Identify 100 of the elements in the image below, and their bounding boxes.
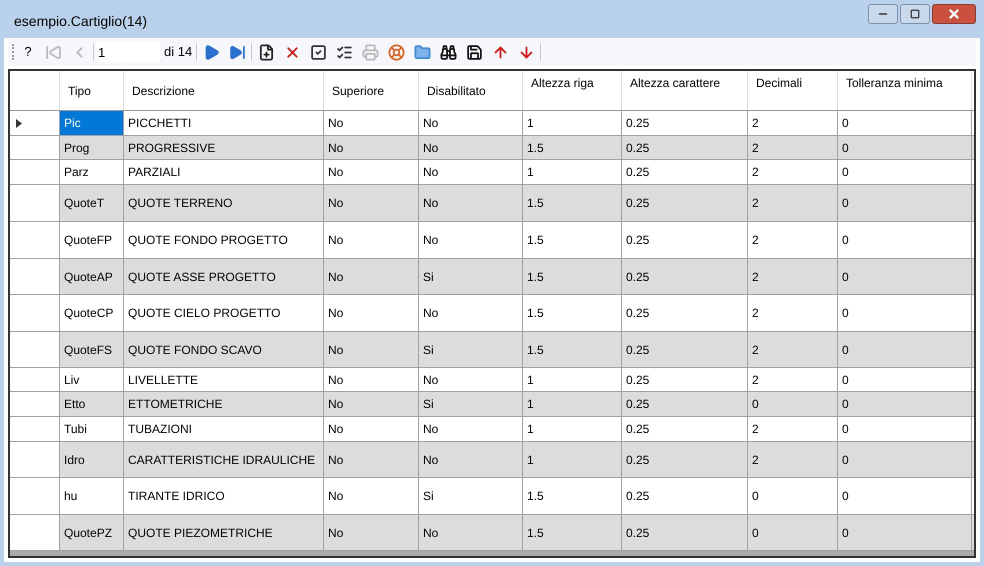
table-cell: No (324, 160, 419, 184)
row-header-cell[interactable] (10, 515, 60, 550)
column-header[interactable]: Altezza carattere (622, 71, 748, 110)
maximize-button[interactable] (900, 4, 930, 24)
help-button[interactable]: ? (17, 42, 39, 62)
table-cell: 1.5 (523, 515, 622, 550)
table-cell: No (324, 259, 419, 294)
table-cell: 0 (838, 515, 972, 550)
column-header[interactable]: Tolleranza minima (838, 71, 972, 110)
folder-icon (414, 44, 431, 60)
save-icon (466, 44, 483, 60)
table-cell: 2 (748, 185, 838, 221)
table-cell: 2 (748, 417, 838, 441)
row-header-cell[interactable] (10, 442, 60, 477)
table-cell: 0.25 (622, 222, 748, 258)
table-cell: QUOTE FONDO PROGETTO (124, 222, 324, 258)
table-cell: 0 (838, 222, 972, 258)
table-cell: TIRANTE IDRICO (124, 478, 324, 514)
table-cell: No (419, 136, 523, 159)
table-cell: No (419, 417, 523, 441)
table-cell: 0 (838, 136, 972, 159)
table-cell: 2 (748, 332, 838, 367)
table-cell: 0 (838, 478, 972, 514)
table-cell: 1.5 (523, 136, 622, 159)
table-cell: 1.5 (523, 332, 622, 367)
table-cell: QuoteFP (60, 222, 124, 258)
table-cell: Si (419, 259, 523, 294)
table-cell: 0.25 (622, 392, 748, 416)
column-header[interactable]: Superiore (324, 71, 419, 110)
table-cell: No (419, 295, 523, 331)
table-cell: No (324, 185, 419, 221)
table-cell: PROGRESSIVE (124, 136, 324, 159)
table-cell: No (324, 136, 419, 159)
table-cell: 2 (748, 442, 838, 477)
column-header[interactable]: Tipo (60, 71, 124, 110)
table-cell: 1 (523, 111, 622, 135)
next-record-icon (202, 44, 220, 60)
table-cell: No (419, 515, 523, 550)
table-cell: No (419, 222, 523, 258)
table-cell: 0 (748, 392, 838, 416)
table-cell: 1 (523, 442, 622, 477)
row-header-cell[interactable] (10, 392, 60, 416)
row-header-cell[interactable] (10, 185, 60, 221)
row-header-cell[interactable] (10, 136, 60, 159)
table-cell: QUOTE FONDO SCAVO (124, 332, 324, 367)
table-cell: 2 (748, 295, 838, 331)
table-cell: Pic (60, 111, 124, 135)
table-cell: 0 (838, 259, 972, 294)
table-cell: PICCHETTI (124, 111, 324, 135)
table-cell: 0 (838, 111, 972, 135)
table-cell: 0 (838, 417, 972, 441)
table-cell: 1.5 (523, 478, 622, 514)
table-cell: No (324, 442, 419, 477)
table-cell: 0.25 (622, 295, 748, 331)
table-cell: No (324, 332, 419, 367)
table-cell: 0.25 (622, 515, 748, 550)
row-header-cell[interactable] (10, 332, 60, 367)
table-cell: 0.25 (622, 442, 748, 477)
table-cell: No (419, 111, 523, 135)
maximize-icon (910, 9, 920, 19)
table-cell: No (324, 417, 419, 441)
print-icon (362, 44, 379, 60)
table-cell: 0 (748, 515, 838, 550)
column-header[interactable]: Decimali (748, 71, 838, 110)
table-cell: 0.25 (622, 332, 748, 367)
table-cell: 0.25 (622, 111, 748, 135)
table-cell: No (419, 185, 523, 221)
table-cell: ETTOMETRICHE (124, 392, 324, 416)
table-cell: Liv (60, 368, 124, 391)
page-field[interactable]: 1 (96, 42, 160, 62)
table-cell: 1 (523, 417, 622, 441)
table-cell: TUBAZIONI (124, 417, 324, 441)
window-title: esempio.Cartiglio(14) (14, 12, 148, 31)
column-header[interactable]: Descrizione (124, 71, 324, 110)
table-cell: QuotePZ (60, 515, 124, 550)
table-cell: Idro (60, 442, 124, 477)
edit-check-icon (310, 44, 327, 60)
table-cell: 1 (523, 368, 622, 391)
table-cell: Prog (60, 136, 124, 159)
table-cell: No (324, 111, 419, 135)
table-cell: 0.25 (622, 417, 748, 441)
toolbar-grip-icon (12, 44, 15, 60)
table-cell: 2 (748, 259, 838, 294)
table-cell: QuoteFS (60, 332, 124, 367)
table-cell: 0.25 (622, 160, 748, 184)
row-header-cell[interactable] (10, 259, 60, 294)
binoculars-icon (440, 44, 457, 60)
table-cell: 2 (748, 222, 838, 258)
table-cell: Si (419, 392, 523, 416)
table-cell: 0.25 (622, 259, 748, 294)
column-header[interactable]: Altezza riga (523, 71, 622, 110)
column-header[interactable]: Disabilitato (419, 71, 523, 110)
table-cell: 0.25 (622, 478, 748, 514)
table-cell: QuoteT (60, 185, 124, 221)
table-cell: 1 (523, 160, 622, 184)
close-button[interactable] (932, 4, 976, 24)
table-cell: Si (419, 332, 523, 367)
table-cell: LIVELLETTE (124, 368, 324, 391)
table-cell: Si (419, 478, 523, 514)
move-up-icon (492, 44, 509, 60)
